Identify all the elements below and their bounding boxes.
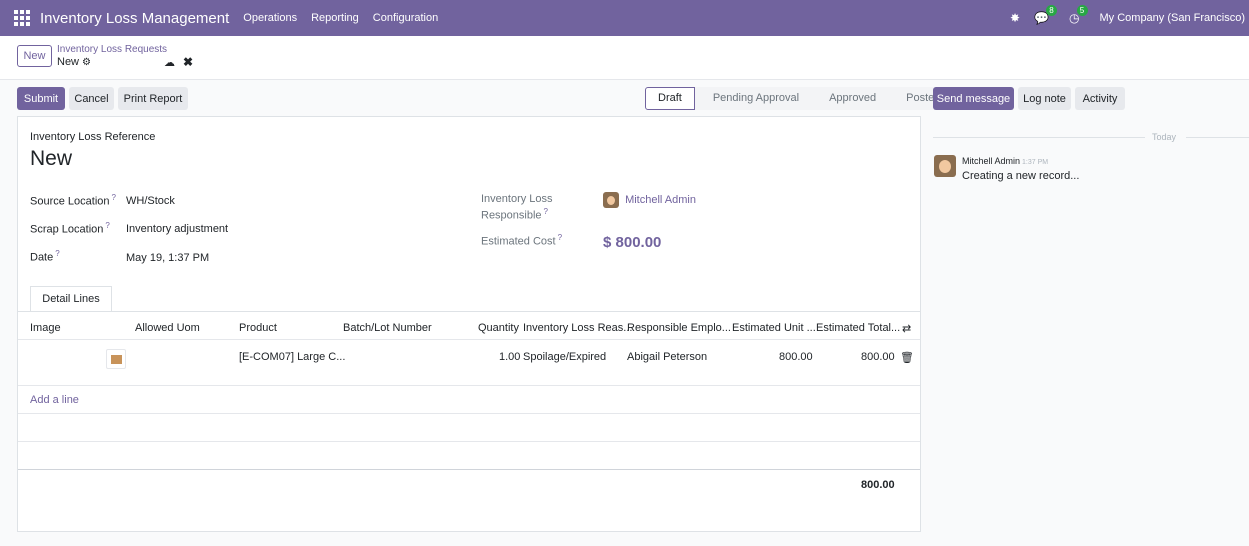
menu-operations[interactable]: Operations: [243, 12, 297, 24]
col-loss-reason[interactable]: Inventory Loss Reas...: [523, 322, 632, 334]
cell-total-cost: 800.00: [861, 351, 895, 363]
responsible-field[interactable]: Mitchell Admin: [603, 192, 696, 208]
submit-button[interactable]: Submit: [17, 87, 65, 110]
status-bar: Draft Pending Approval Approved Posted: [645, 87, 953, 110]
help-icon[interactable]: ?: [105, 221, 109, 230]
messages-icon[interactable]: 💬 8: [1034, 5, 1058, 25]
discard-icon[interactable]: ✖: [183, 55, 193, 69]
stage-approved[interactable]: Approved: [811, 87, 889, 110]
help-icon[interactable]: ?: [112, 193, 116, 202]
breadcrumb-parent[interactable]: Inventory Loss Requests: [57, 44, 167, 55]
help-icon[interactable]: ?: [558, 233, 562, 242]
responsible-label-line2: Responsible?: [481, 207, 548, 222]
menu-reporting[interactable]: Reporting: [311, 12, 359, 24]
responsible-name: Mitchell Admin: [625, 193, 696, 206]
col-allowed-uom[interactable]: Allowed Uom: [135, 322, 200, 334]
tab-divider: [18, 311, 920, 312]
today-label: Today: [1152, 132, 1177, 142]
responsible-label-text: Responsible: [481, 209, 542, 222]
log-note-button[interactable]: Log note: [1018, 87, 1071, 110]
save-cloud-icon[interactable]: ☁: [164, 56, 175, 69]
menu-configuration[interactable]: Configuration: [373, 12, 438, 24]
col-batch-lot[interactable]: Batch/Lot Number: [343, 322, 432, 334]
print-report-button[interactable]: Print Report: [118, 87, 188, 110]
today-divider-right: [1186, 137, 1249, 138]
row-divider: [18, 441, 920, 442]
reference-value[interactable]: New: [30, 147, 72, 171]
optional-columns-icon[interactable]: ⇄: [902, 322, 911, 335]
help-icon[interactable]: ?: [55, 249, 59, 258]
stage-draft[interactable]: Draft: [645, 87, 695, 110]
row-divider: [18, 385, 920, 386]
reference-label: Inventory Loss Reference: [30, 131, 156, 143]
activity-button[interactable]: Activity: [1075, 87, 1125, 110]
activity-clock-icon[interactable]: ◷ 5: [1069, 5, 1088, 25]
trash-icon[interactable]: 🗑: [900, 351, 914, 364]
add-line-link[interactable]: Add a line: [30, 394, 79, 406]
col-product[interactable]: Product: [239, 322, 277, 334]
activities-count-badge: 5: [1076, 5, 1088, 16]
app-name[interactable]: Inventory Loss Management: [40, 10, 229, 27]
breadcrumb-current-label: New: [57, 56, 80, 68]
apps-menu-icon[interactable]: [14, 10, 30, 26]
cell-quantity[interactable]: 1.00: [499, 351, 520, 363]
message-author-name[interactable]: Mitchell Admin: [962, 156, 1020, 166]
estimated-cost-value: $ 800.00: [603, 234, 662, 251]
footer-total: 800.00: [861, 479, 895, 491]
estimated-cost-label: Estimated Cost?: [481, 233, 562, 248]
scrap-location-field[interactable]: Inventory adjustment: [126, 223, 228, 235]
scrap-location-label-text: Scrap Location: [30, 223, 104, 236]
message-author: Mitchell Admin 1:37 PM: [962, 156, 1048, 166]
help-icon[interactable]: ?: [544, 207, 548, 216]
date-field[interactable]: May 19, 1:37 PM: [126, 252, 209, 264]
product-image[interactable]: [106, 349, 126, 369]
tab-detail-lines[interactable]: Detail Lines: [30, 286, 112, 312]
col-estimated-unit-cost[interactable]: Estimated Unit ...: [732, 322, 816, 334]
cell-unit-cost[interactable]: 800.00: [779, 351, 813, 363]
avatar: [603, 192, 619, 208]
cell-responsible-employee[interactable]: Abigail Peterson: [627, 351, 707, 363]
message-body: Creating a new record...: [962, 170, 1080, 182]
row-divider: [18, 413, 920, 414]
cancel-button[interactable]: Cancel: [69, 87, 114, 110]
header-divider: [18, 339, 920, 340]
company-switcher[interactable]: My Company (San Francisco): [1100, 12, 1246, 24]
cell-loss-reason[interactable]: Spoilage/Expired: [523, 351, 606, 363]
messages-count-badge: 8: [1046, 5, 1058, 16]
source-location-label: Source Location?: [30, 193, 116, 208]
form-sheet: Inventory Loss Reference New Source Loca…: [17, 116, 921, 532]
estimated-cost-label-text: Estimated Cost: [481, 235, 556, 248]
send-message-button[interactable]: Send message: [933, 87, 1014, 110]
control-panel: New Inventory Loss Requests New ⚙ ☁ ✖: [0, 36, 1249, 80]
date-label: Date?: [30, 249, 60, 264]
stage-pending-approval[interactable]: Pending Approval: [694, 87, 812, 110]
col-quantity[interactable]: Quantity: [478, 322, 519, 334]
date-label-text: Date: [30, 251, 54, 264]
top-navbar: Inventory Loss Management Operations Rep…: [0, 0, 1249, 36]
today-divider-left: [933, 137, 1145, 138]
source-location-field[interactable]: WH/Stock: [126, 195, 175, 207]
col-image[interactable]: Image: [30, 322, 61, 334]
gear-icon[interactable]: ⚙: [82, 57, 91, 68]
avatar[interactable]: [934, 155, 956, 177]
scrap-location-label: Scrap Location?: [30, 221, 110, 236]
responsible-label-line1: Inventory Loss: [481, 193, 553, 205]
new-record-button[interactable]: New: [17, 45, 52, 67]
cell-product[interactable]: [E-COM07] Large C...: [239, 351, 345, 363]
bug-icon[interactable]: ✸: [1010, 11, 1020, 25]
col-responsible-employee[interactable]: Responsible Emplo...: [627, 322, 731, 334]
source-location-label-text: Source Location: [30, 195, 110, 208]
message-time: 1:37 PM: [1022, 159, 1049, 166]
col-estimated-total[interactable]: Estimated Total...: [816, 322, 900, 334]
breadcrumb-current: New ⚙: [57, 56, 91, 68]
footer-divider: [18, 469, 920, 470]
